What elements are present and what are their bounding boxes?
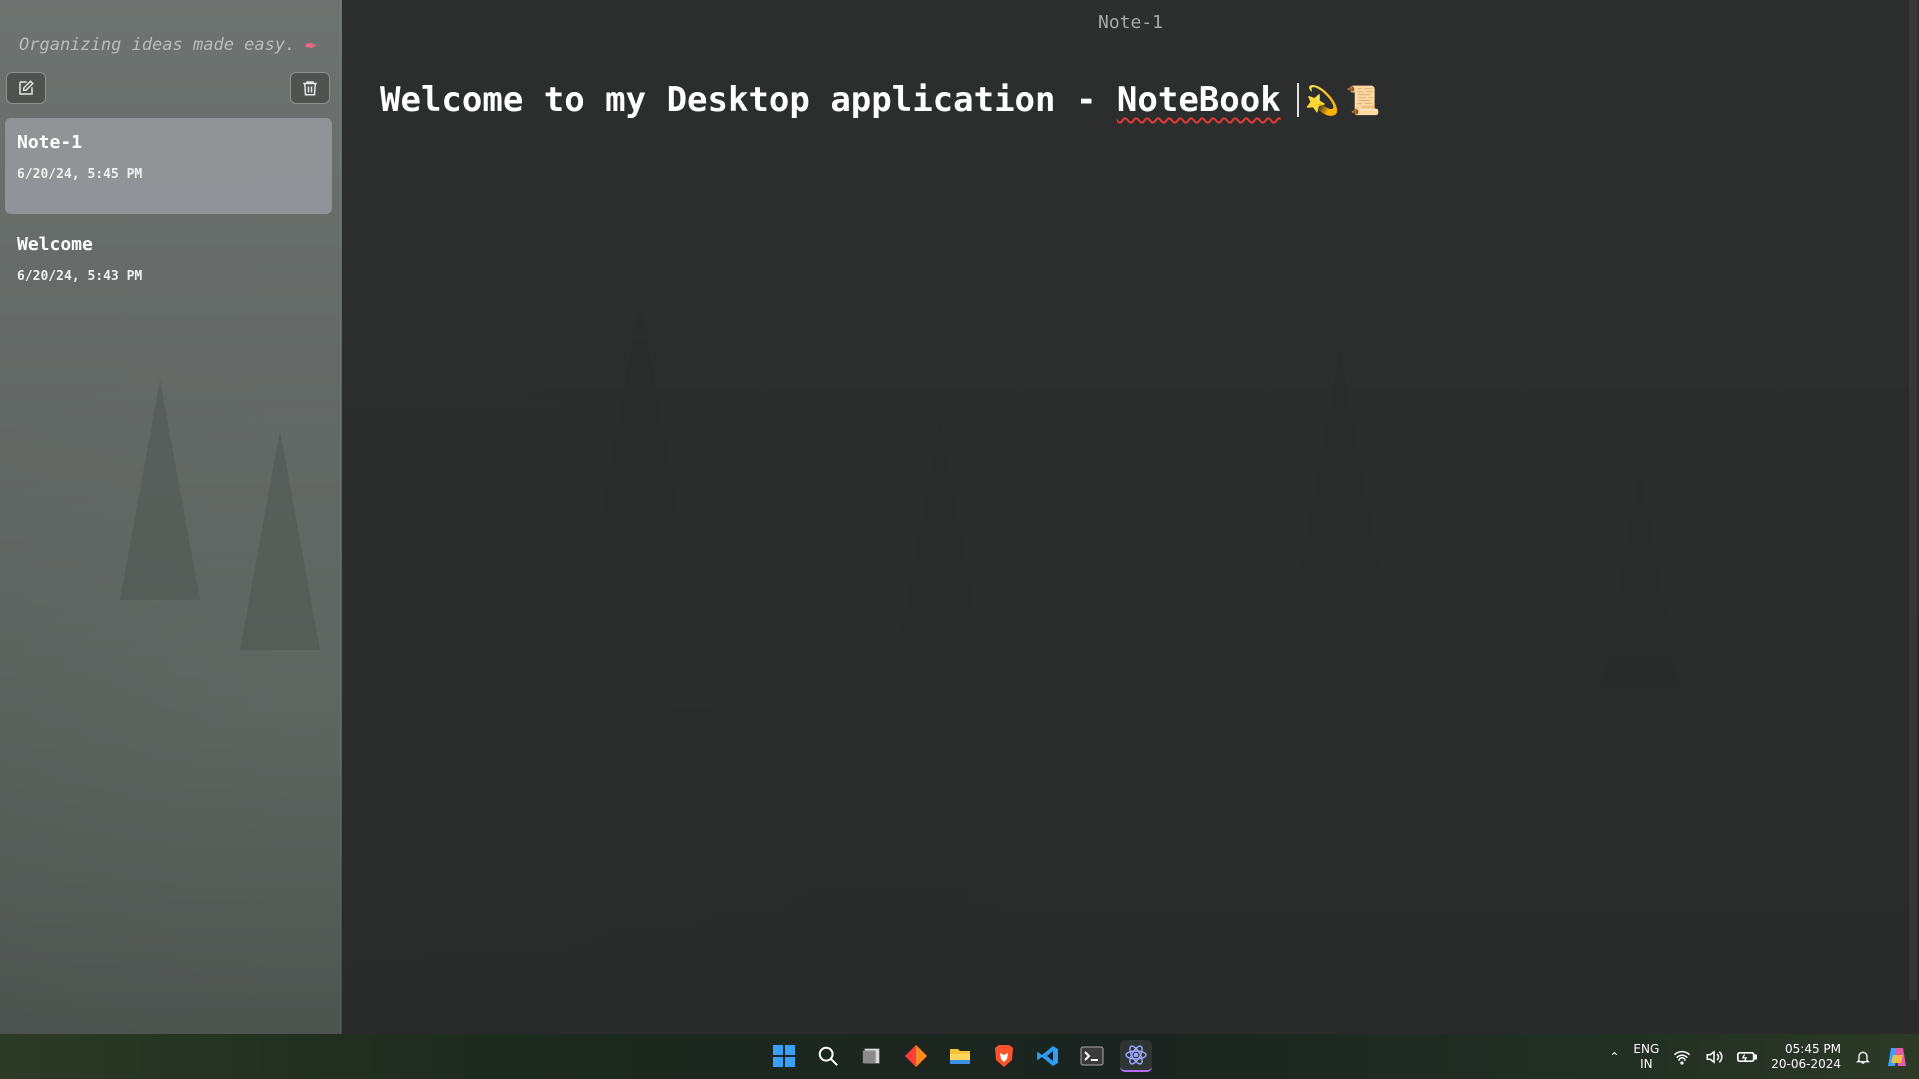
clock-date: 20-06-2024 [1771, 1057, 1841, 1071]
pen-icon: ✒ [305, 34, 317, 55]
heading-text: Welcome to my Desktop application - [380, 80, 1117, 120]
copilot-icon[interactable] [1885, 1045, 1909, 1069]
diamond-app-icon[interactable] [900, 1040, 932, 1072]
note-title: Welcome [17, 234, 93, 255]
note-date: 6/20/24, 5:43 PM [17, 269, 143, 284]
app-tagline: Organizing ideas made easy. ✒ [19, 34, 316, 55]
text-caret [1296, 83, 1299, 117]
task-view-icon[interactable] [856, 1040, 888, 1072]
trash-icon [303, 81, 317, 96]
windows-taskbar: ⌃ ENG IN 05:45 PM 20-06-2024 [0, 1034, 1919, 1079]
language-code: ENG [1633, 1042, 1660, 1056]
language-region: IN [1640, 1057, 1653, 1071]
chevron-up-icon[interactable]: ⌃ [1609, 1050, 1619, 1064]
electron-app-icon[interactable] [1120, 1040, 1152, 1072]
file-explorer-icon[interactable] [944, 1040, 976, 1072]
delete-note-button[interactable] [290, 72, 330, 104]
tagline-text: Organizing ideas made easy. [19, 34, 296, 55]
vscode-icon[interactable] [1032, 1040, 1064, 1072]
search-icon[interactable] [812, 1040, 844, 1072]
clock-time: 05:45 PM [1785, 1042, 1841, 1056]
note-list-item-welcome[interactable]: Welcome 6/20/24, 5:43 PM [5, 220, 332, 316]
misspelled-word: NoteBook [1116, 80, 1281, 120]
editor-note-title: Note-1 [1097, 12, 1164, 33]
brave-browser-icon[interactable] [988, 1040, 1020, 1072]
note-date: 6/20/24, 5:45 PM [17, 167, 143, 182]
terminal-icon[interactable] [1076, 1040, 1108, 1072]
note-title: Note-1 [17, 132, 83, 153]
note-list-item-note-1[interactable]: Note-1 6/20/24, 5:45 PM [5, 118, 332, 214]
taskbar-apps [768, 1040, 1152, 1072]
battery-icon[interactable] [1737, 1050, 1758, 1064]
wifi-icon[interactable] [1673, 1049, 1691, 1065]
notes-sidebar: Organizing ideas made easy. ✒ Note-1 6/2… [0, 0, 341, 1034]
bell-icon[interactable] [1855, 1048, 1871, 1066]
dizzy-emoji-icon: 💫 [1304, 83, 1340, 117]
system-tray: ⌃ ENG IN 05:45 PM 20-06-2024 [1609, 1038, 1909, 1076]
note-editor[interactable]: Note-1 Welcome to my Desktop application… [342, 0, 1919, 1034]
scroll-emoji-icon: 📜 [1345, 83, 1381, 117]
editor-scrollbar[interactable] [1909, 0, 1917, 1000]
editor-heading[interactable]: Welcome to my Desktop application - Note… [380, 80, 1380, 120]
windows-start-icon[interactable] [768, 1040, 800, 1072]
new-note-button[interactable] [6, 72, 46, 104]
clock[interactable]: 05:45 PM 20-06-2024 [1771, 1042, 1841, 1072]
compose-icon [19, 80, 34, 95]
volume-icon[interactable] [1705, 1049, 1723, 1065]
language-indicator[interactable]: ENG IN [1633, 1042, 1659, 1072]
